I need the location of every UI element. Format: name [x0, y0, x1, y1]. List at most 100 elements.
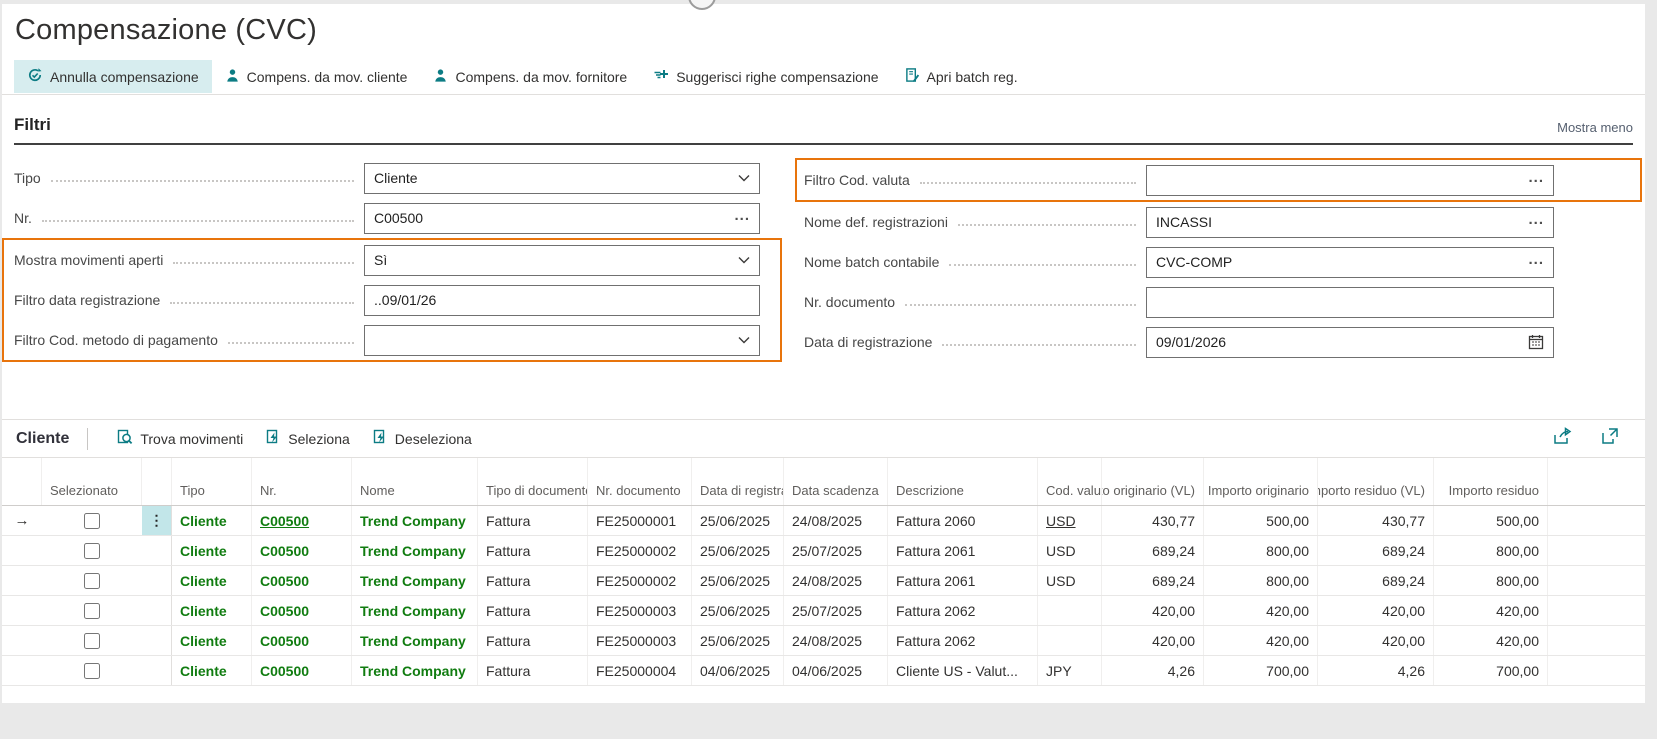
- cell-tipo-documento[interactable]: Fattura: [478, 566, 588, 595]
- cell-importo-residuo[interactable]: 700,00: [1434, 656, 1548, 685]
- cell-data-scadenza[interactable]: 25/07/2025: [784, 596, 888, 625]
- table-row[interactable]: ClienteC00500Trend CompanyFatturaFE25000…: [2, 566, 1645, 596]
- cell-importo-originario[interactable]: 700,00: [1204, 656, 1318, 685]
- trova-movimenti-button[interactable]: Trova movimenti: [106, 424, 254, 454]
- cell-data-registrazione[interactable]: 25/06/2025: [692, 596, 784, 625]
- header-selezionato[interactable]: Selezionato: [42, 458, 142, 505]
- cell-importo-residuo[interactable]: 500,00: [1434, 506, 1548, 535]
- cell-importo-originario[interactable]: 800,00: [1204, 566, 1318, 595]
- header-tipo-documento[interactable]: Tipo di documento: [478, 458, 588, 505]
- cell-nr-documento[interactable]: FE25000002: [588, 536, 692, 565]
- apri-batch-reg-button[interactable]: Apri batch reg.: [892, 60, 1031, 93]
- cell-cod-valuta[interactable]: USD: [1038, 536, 1102, 565]
- cell-nome[interactable]: Trend Company: [352, 596, 478, 625]
- cell-tipo[interactable]: Cliente: [172, 566, 252, 595]
- cell-nr[interactable]: C00500: [252, 626, 352, 655]
- open-in-new-window-icon[interactable]: [1601, 427, 1619, 450]
- cell-tipo[interactable]: Cliente: [172, 656, 252, 685]
- cell-descrizione[interactable]: Fattura 2062: [888, 596, 1038, 625]
- seleziona-button[interactable]: Seleziona: [254, 424, 361, 454]
- calendar-icon[interactable]: [1528, 334, 1544, 350]
- cell-importo-residuo-vl[interactable]: 430,77: [1318, 506, 1434, 535]
- header-data-registrazione[interactable]: Data di registrazio...: [692, 458, 784, 505]
- selezionato-cell[interactable]: [42, 566, 142, 595]
- chevron-down-icon[interactable]: [738, 174, 750, 182]
- table-row[interactable]: →⋮ClienteC00500Trend CompanyFatturaFE250…: [2, 506, 1645, 536]
- cell-importo-originario-vl[interactable]: 4,26: [1102, 656, 1204, 685]
- nr-input[interactable]: C00500 ...: [364, 203, 760, 234]
- chevron-down-icon[interactable]: [738, 336, 750, 344]
- cell-nr-documento[interactable]: FE25000001: [588, 506, 692, 535]
- cell-nr-documento[interactable]: FE25000004: [588, 656, 692, 685]
- header-importo-originario-vl[interactable]: Importo originario (VL): [1102, 458, 1204, 505]
- cell-importo-originario-vl[interactable]: 420,00: [1102, 596, 1204, 625]
- table-row[interactable]: ClienteC00500Trend CompanyFatturaFE25000…: [2, 536, 1645, 566]
- cell-data-registrazione[interactable]: 25/06/2025: [692, 566, 784, 595]
- selezionato-cell[interactable]: [42, 596, 142, 625]
- filtro-cod-valuta-input[interactable]: ...: [1146, 165, 1554, 196]
- cell-nome[interactable]: Trend Company: [352, 566, 478, 595]
- cell-importo-originario[interactable]: 420,00: [1204, 626, 1318, 655]
- cell-nr-documento[interactable]: FE25000003: [588, 596, 692, 625]
- cell-nome[interactable]: Trend Company: [352, 626, 478, 655]
- cell-tipo-documento[interactable]: Fattura: [478, 596, 588, 625]
- cell-nr[interactable]: C00500: [252, 566, 352, 595]
- filtro-data-registrazione-input[interactable]: ..09/01/26: [364, 285, 760, 316]
- table-row[interactable]: ClienteC00500Trend CompanyFatturaFE25000…: [2, 626, 1645, 656]
- row-checkbox[interactable]: [84, 633, 100, 649]
- cell-descrizione[interactable]: Fattura 2060: [888, 506, 1038, 535]
- cell-tipo-documento[interactable]: Fattura: [478, 626, 588, 655]
- cell-importo-residuo[interactable]: 800,00: [1434, 536, 1548, 565]
- cell-nr-documento[interactable]: FE25000002: [588, 566, 692, 595]
- selezionato-cell[interactable]: [42, 626, 142, 655]
- cell-importo-residuo[interactable]: 800,00: [1434, 566, 1548, 595]
- cell-nome[interactable]: Trend Company: [352, 656, 478, 685]
- cell-importo-originario[interactable]: 500,00: [1204, 506, 1318, 535]
- cell-importo-originario[interactable]: 800,00: [1204, 536, 1318, 565]
- cell-tipo-documento[interactable]: Fattura: [478, 536, 588, 565]
- header-importo-residuo[interactable]: Importo residuo: [1434, 458, 1548, 505]
- cell-descrizione[interactable]: Fattura 2061: [888, 536, 1038, 565]
- assist-edit-icon[interactable]: ...: [1528, 211, 1544, 228]
- cell-nome[interactable]: Trend Company: [352, 536, 478, 565]
- cell-importo-residuo-vl[interactable]: 4,26: [1318, 656, 1434, 685]
- cell-cod-valuta[interactable]: [1038, 596, 1102, 625]
- share-icon[interactable]: [1553, 427, 1573, 450]
- header-tipo[interactable]: Tipo: [172, 458, 252, 505]
- selezionato-cell[interactable]: [42, 506, 142, 535]
- cell-data-registrazione[interactable]: 25/06/2025: [692, 626, 784, 655]
- cell-importo-residuo[interactable]: 420,00: [1434, 596, 1548, 625]
- cell-descrizione[interactable]: Cliente US - Valut...: [888, 656, 1038, 685]
- cell-data-registrazione[interactable]: 25/06/2025: [692, 506, 784, 535]
- assist-edit-icon[interactable]: ...: [734, 207, 750, 224]
- suggerisci-righe-button[interactable]: Suggerisci righe compensazione: [640, 60, 891, 93]
- header-nome[interactable]: Nome: [352, 458, 478, 505]
- cell-nr-documento[interactable]: FE25000003: [588, 626, 692, 655]
- table-row[interactable]: ClienteC00500Trend CompanyFatturaFE25000…: [2, 656, 1645, 686]
- compens-mov-fornitore-button[interactable]: Compens. da mov. fornitore: [420, 60, 640, 93]
- cell-importo-originario-vl[interactable]: 689,24: [1102, 536, 1204, 565]
- table-row[interactable]: ClienteC00500Trend CompanyFatturaFE25000…: [2, 596, 1645, 626]
- row-checkbox[interactable]: [84, 603, 100, 619]
- cell-importo-originario-vl[interactable]: 420,00: [1102, 626, 1204, 655]
- cell-data-scadenza[interactable]: 24/08/2025: [784, 626, 888, 655]
- header-cod-valuta[interactable]: Cod. valuta: [1038, 458, 1102, 505]
- cell-tipo-documento[interactable]: Fattura: [478, 656, 588, 685]
- cell-nr[interactable]: C00500: [252, 506, 352, 535]
- cell-importo-originario[interactable]: 420,00: [1204, 596, 1318, 625]
- cell-data-scadenza[interactable]: 24/08/2025: [784, 566, 888, 595]
- cell-data-scadenza[interactable]: 24/08/2025: [784, 506, 888, 535]
- cell-data-scadenza[interactable]: 04/06/2025: [784, 656, 888, 685]
- assist-edit-icon[interactable]: ...: [1528, 251, 1544, 268]
- cell-descrizione[interactable]: Fattura 2062: [888, 626, 1038, 655]
- cell-tipo[interactable]: Cliente: [172, 626, 252, 655]
- cell-importo-residuo-vl[interactable]: 420,00: [1318, 626, 1434, 655]
- cell-data-registrazione[interactable]: 04/06/2025: [692, 656, 784, 685]
- cell-nr[interactable]: C00500: [252, 596, 352, 625]
- cell-cod-valuta[interactable]: JPY: [1038, 656, 1102, 685]
- assist-edit-icon[interactable]: ...: [1528, 169, 1544, 186]
- nome-def-registrazioni-input[interactable]: INCASSI ...: [1146, 207, 1554, 238]
- row-checkbox[interactable]: [84, 573, 100, 589]
- cell-importo-residuo[interactable]: 420,00: [1434, 626, 1548, 655]
- cell-tipo[interactable]: Cliente: [172, 596, 252, 625]
